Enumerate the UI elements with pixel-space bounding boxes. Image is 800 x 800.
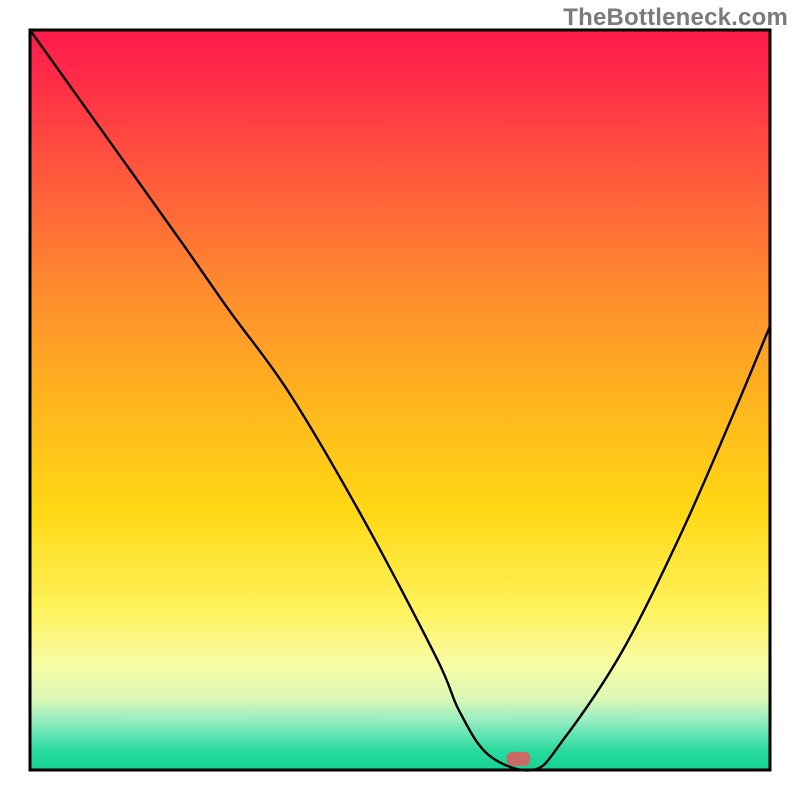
optimum-marker	[506, 752, 530, 766]
bottleneck-chart	[0, 0, 800, 800]
plot-area	[30, 30, 770, 770]
plot-background	[30, 30, 770, 770]
chart-stage: TheBottleneck.com	[0, 0, 800, 800]
